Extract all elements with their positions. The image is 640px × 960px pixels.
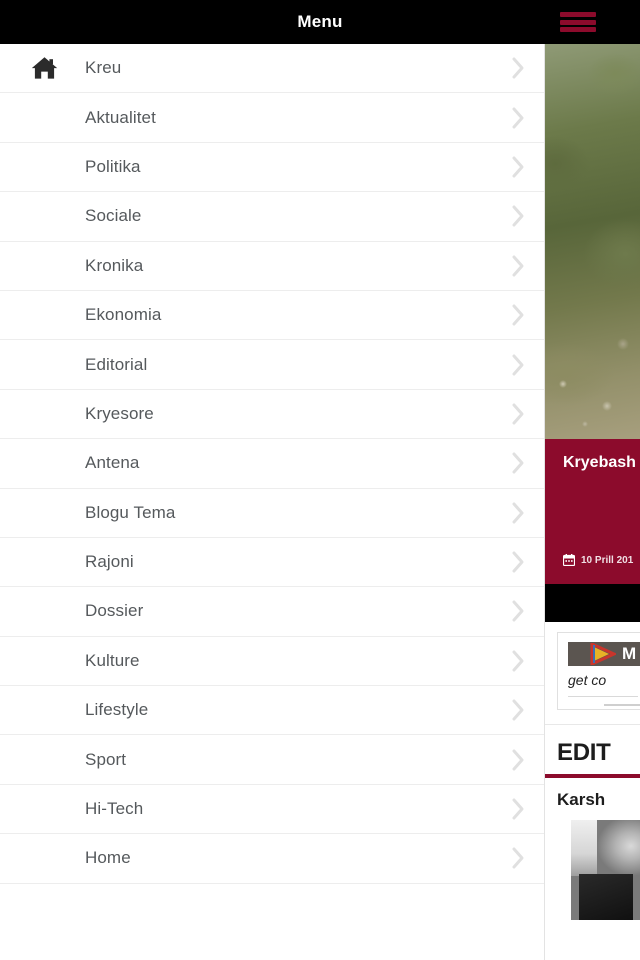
play-triangle-icon <box>590 643 616 665</box>
article-content-column: Kryebash 10 Prill 201 M get co EDIT Kars… <box>545 44 640 960</box>
sidebar-item-label: Antena <box>85 453 140 473</box>
chevron-right-icon <box>492 155 544 179</box>
chevron-right-icon <box>492 106 544 130</box>
editorial-section-heading: EDIT <box>557 739 611 766</box>
hero-article-date: 10 Prill 201 <box>581 554 634 566</box>
chevron-right-icon <box>492 649 544 673</box>
sidebar-item-label: Kronika <box>85 255 144 275</box>
sidebar-item-ekonomia[interactable]: Ekonomia <box>0 290 544 341</box>
chevron-right-icon <box>492 204 544 228</box>
sidebar-item-label: Home <box>85 848 131 868</box>
sidebar-item-label: Editorial <box>85 354 148 374</box>
sidebar-item-kreu[interactable]: Kreu <box>0 44 544 94</box>
sidebar-item-label: Aktualitet <box>85 107 156 127</box>
sidebar-item-kryesore[interactable]: Kryesore <box>0 389 544 440</box>
chevron-right-icon <box>492 353 544 377</box>
sidebar-item-aktualitet[interactable]: Aktualitet <box>0 93 544 143</box>
chevron-right-icon <box>492 748 544 772</box>
sidebar-item-lifestyle[interactable]: Lifestyle <box>0 686 544 736</box>
navigation-drawer: Kreu Aktualitet Politika Sociale Kronika Ekon… <box>0 44 545 960</box>
sidebar-item-hi-tech[interactable]: Hi-Tech <box>0 784 544 835</box>
chevron-right-icon <box>492 254 544 278</box>
home-icon <box>0 56 85 80</box>
sidebar-item-label: Dossier <box>85 601 144 621</box>
editorial-section: EDIT Karsh <box>545 725 640 920</box>
ad-tagline: get co <box>568 672 607 688</box>
sidebar-item-dossier[interactable]: Dossier <box>0 587 544 637</box>
chevron-right-icon <box>492 550 544 574</box>
content-black-band <box>545 584 640 622</box>
hero-article-title: Kryebash <box>563 454 636 471</box>
editorial-article-title[interactable]: Karsh <box>557 790 640 810</box>
sidebar-item-label: Rajoni <box>85 552 134 572</box>
sidebar-item-label: Lifestyle <box>85 700 149 720</box>
chevron-right-icon <box>492 303 544 327</box>
editorial-accent-rule <box>545 774 640 778</box>
sidebar-item-label: Politika <box>85 156 141 176</box>
advertisement-region: M get co <box>545 622 640 720</box>
ad-divider-secondary <box>604 704 640 706</box>
sidebar-item-label: Sociale <box>85 206 142 226</box>
chevron-right-icon <box>492 402 544 426</box>
ad-brand-text: M <box>622 644 637 663</box>
chevron-right-icon <box>492 846 544 870</box>
sidebar-item-label: Kreu <box>85 58 122 78</box>
advertisement-card[interactable]: M get co <box>557 632 640 710</box>
chevron-right-icon <box>492 451 544 475</box>
mobile-app-screen: Menu Kryebash 10 Prill 201 M get co EDIT… <box>0 0 640 960</box>
sidebar-item-label: Kulture <box>85 650 140 670</box>
hero-article-card[interactable]: Kryebash 10 Prill 201 <box>545 439 640 584</box>
chevron-right-icon <box>492 698 544 722</box>
sidebar-item-kulture[interactable]: Kulture <box>0 636 544 687</box>
sidebar-item-label: Hi-Tech <box>85 799 144 819</box>
sidebar-item-label: Blogu Tema <box>85 502 176 522</box>
sidebar-item-editorial[interactable]: Editorial <box>0 340 544 390</box>
hamburger-bar-1 <box>560 12 596 17</box>
hamburger-menu-icon[interactable] <box>560 9 596 35</box>
chevron-right-icon <box>492 501 544 525</box>
sidebar-item-blogu-tema[interactable]: Blogu Tema <box>0 488 544 538</box>
calendar-icon <box>563 554 575 566</box>
app-header: Menu <box>0 0 640 44</box>
page-title: Menu <box>297 12 343 31</box>
sidebar-item-kronika[interactable]: Kronika <box>0 241 544 291</box>
hero-article-image <box>545 44 640 439</box>
ad-banner: M <box>568 642 640 666</box>
sidebar-item-sociale[interactable]: Sociale <box>0 192 544 242</box>
hamburger-bar-2 <box>560 19 596 25</box>
sidebar-item-label: Ekonomia <box>85 305 162 325</box>
sidebar-item-sport[interactable]: Sport <box>0 735 544 785</box>
sidebar-item-politika[interactable]: Politika <box>0 142 544 193</box>
sidebar-item-label: Sport <box>85 749 127 769</box>
hero-article-meta: 10 Prill 201 <box>563 554 633 566</box>
sidebar-item-home[interactable]: Home <box>0 834 544 884</box>
chevron-right-icon <box>492 56 544 80</box>
sidebar-item-antena[interactable]: Antena <box>0 439 544 489</box>
sidebar-item-label: Kryesore <box>85 403 154 423</box>
navigation-menu-list: Kreu Aktualitet Politika Sociale Kronika Ekon… <box>0 44 544 884</box>
chevron-right-icon <box>492 599 544 623</box>
chevron-right-icon <box>492 797 544 821</box>
sidebar-item-rajoni[interactable]: Rajoni <box>0 537 544 588</box>
editorial-article-image <box>571 820 640 920</box>
hamburger-bar-3 <box>560 27 596 32</box>
ad-divider <box>568 696 638 697</box>
